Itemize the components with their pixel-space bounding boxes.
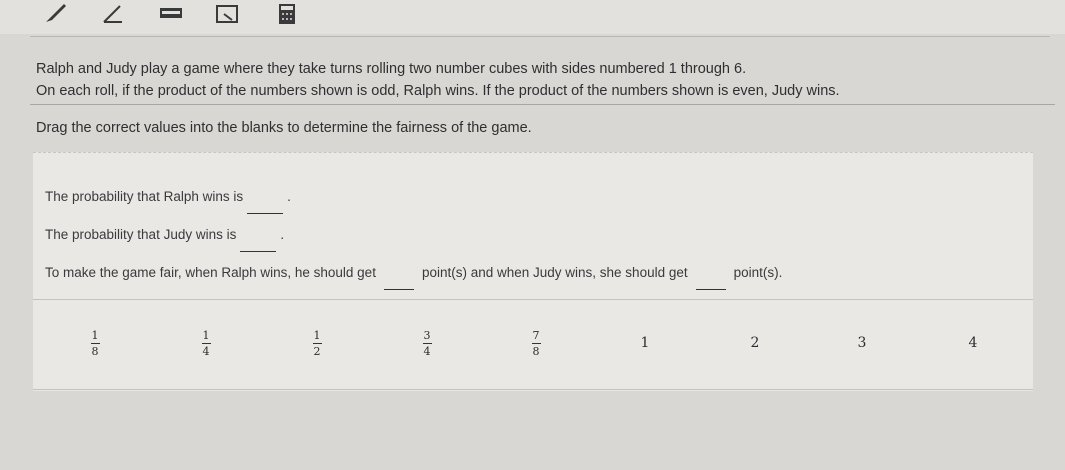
ralph-points-blank[interactable] (383, 271, 414, 290)
pencil-icon[interactable] (42, 2, 72, 26)
judy-statement-period: . (280, 227, 285, 242)
tile-four[interactable]: 4 (953, 321, 993, 365)
judy-probability-statement: The probability that Judy wins is. (45, 223, 285, 252)
tile-denominator: 8 (532, 344, 540, 358)
panel-bottom-divider (33, 389, 1033, 390)
problem-text: Ralph and Judy play a game where they ta… (36, 58, 1036, 102)
eraser-icon[interactable] (212, 2, 242, 26)
fairness-part-2: point(s) and when Judy wins, she should … (421, 265, 688, 280)
ralph-probability-statement: The probability that Ralph wins is. (45, 185, 291, 214)
judy-statement-label: The probability that Judy wins is (45, 227, 237, 242)
tile-numerator: 1 (91, 328, 99, 342)
problem-line-1: Ralph and Judy play a game where they ta… (36, 61, 747, 77)
tile-one-eighth[interactable]: 18 (75, 321, 115, 365)
ralph-probability-blank[interactable] (247, 195, 284, 214)
judy-points-blank[interactable] (695, 271, 726, 290)
toolbar (0, 0, 1065, 34)
fairness-statement: To make the game fair, when Ralph wins, … (45, 261, 783, 290)
calculator-icon[interactable] (272, 2, 302, 26)
tile-numerator: 3 (423, 328, 431, 342)
answer-tile-bank: 18 14 12 34 78 1 2 3 4 (33, 321, 1033, 371)
tile-denominator: 8 (91, 344, 99, 358)
tile-three-fourths[interactable]: 34 (407, 321, 447, 365)
tile-two[interactable]: 2 (735, 321, 775, 365)
toolbar-divider (30, 36, 1050, 37)
tile-numerator: 1 (202, 328, 210, 342)
tile-denominator: 2 (313, 344, 321, 358)
tile-numerator: 7 (532, 328, 540, 342)
tile-denominator: 4 (202, 344, 210, 358)
tile-one[interactable]: 1 (625, 321, 665, 365)
tile-seven-eighths[interactable]: 78 (516, 321, 556, 365)
answer-divider (33, 299, 1033, 300)
tile-one-fourth[interactable]: 14 (186, 321, 226, 365)
line-tool-icon[interactable] (98, 2, 128, 26)
tile-three[interactable]: 3 (842, 321, 882, 365)
problem-divider (30, 104, 1055, 105)
ralph-statement-period: . (287, 189, 291, 204)
fairness-part-1: To make the game fair, when Ralph wins, … (45, 265, 376, 280)
tile-one-half[interactable]: 12 (297, 321, 337, 365)
highlighter-icon[interactable] (156, 2, 186, 26)
fairness-part-3: point(s). (733, 265, 783, 280)
tile-denominator: 4 (423, 344, 431, 358)
answer-panel: The probability that Ralph wins is. The … (33, 152, 1033, 391)
instruction-text: Drag the correct values into the blanks … (36, 120, 532, 136)
judy-probability-blank[interactable] (240, 233, 277, 252)
problem-line-2: On each roll, if the product of the numb… (36, 83, 840, 99)
tile-numerator: 1 (313, 328, 321, 342)
ralph-statement-label: The probability that Ralph wins is (45, 189, 244, 204)
